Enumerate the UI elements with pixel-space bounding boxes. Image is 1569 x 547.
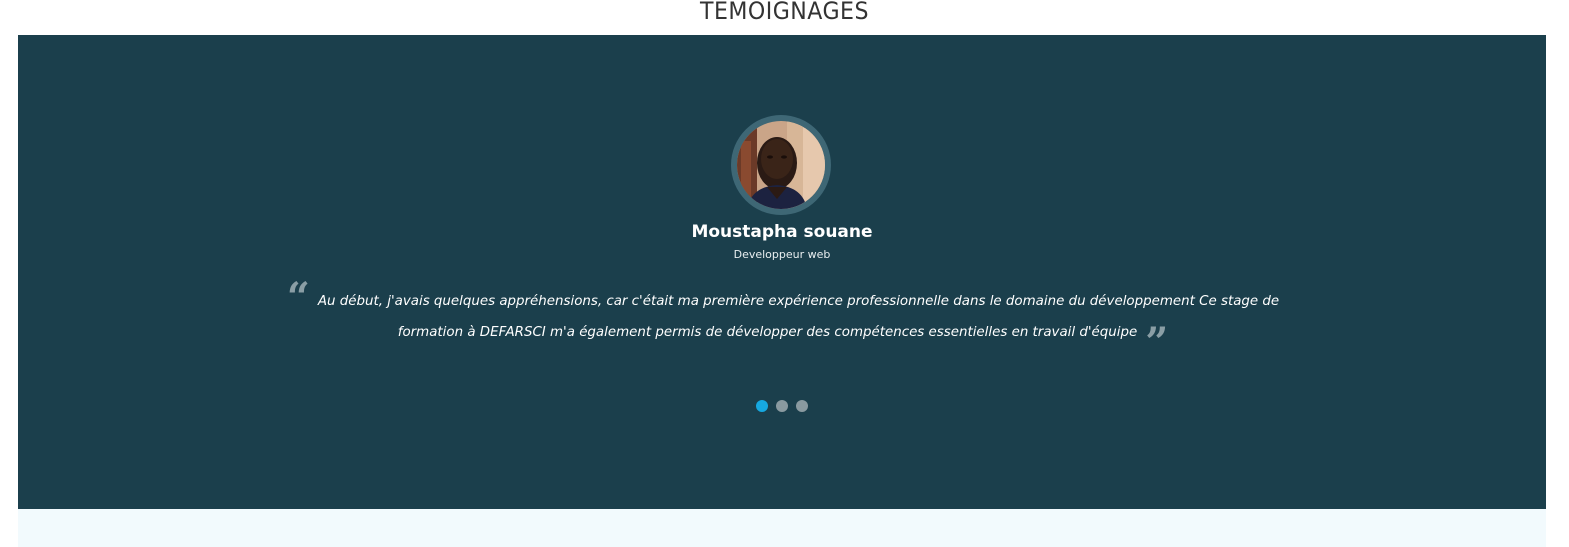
close-quote-icon: ” xyxy=(1145,319,1169,366)
testimonials-page: TEMOIGNAGES Moustapha souane Developpeur… xyxy=(0,0,1569,547)
pagination-dot-1[interactable] xyxy=(756,400,768,412)
pagination-dot-2[interactable] xyxy=(776,400,788,412)
person-name: Moustapha souane xyxy=(691,222,873,242)
testimonial-slider[interactable]: Moustapha souane Developpeur web “Au déb… xyxy=(18,35,1546,509)
testimonial-quote: “Au début, j'avais quelques appréhension… xyxy=(273,274,1293,366)
avatar xyxy=(731,115,831,215)
open-quote-icon: “ xyxy=(286,274,310,321)
quote-text: Au début, j'avais quelques appréhensions… xyxy=(317,294,1280,340)
person-role: Developpeur web xyxy=(733,248,831,261)
next-section-band xyxy=(18,509,1546,547)
person-photo-icon xyxy=(737,121,825,209)
pagination-dot-3[interactable] xyxy=(796,400,808,412)
slider-pagination xyxy=(18,400,1546,412)
section-title: TEMOIGNAGES xyxy=(700,0,869,25)
